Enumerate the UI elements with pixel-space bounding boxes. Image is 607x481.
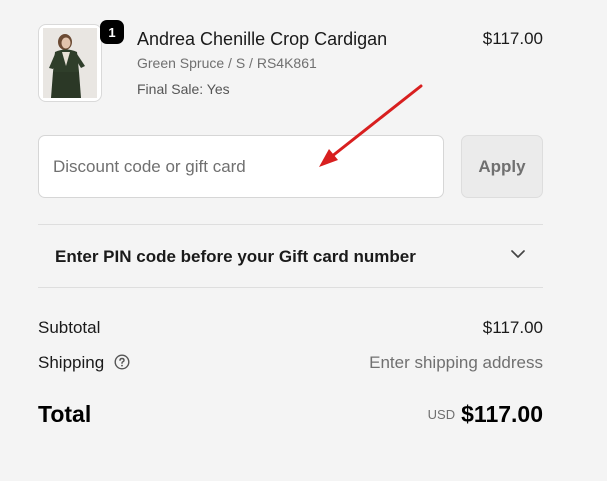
currency-code: USD: [427, 407, 456, 422]
shipping-value: Enter shipping address: [369, 353, 543, 372]
product-thumbnail: [38, 24, 102, 102]
shipping-row: Shipping Enter shipping address: [38, 353, 543, 375]
quantity-badge: 1: [100, 20, 124, 44]
total-amount: $117.00: [461, 401, 543, 427]
chevron-down-icon: [511, 250, 525, 258]
product-photo: [43, 28, 97, 98]
subtotal-value: $117.00: [482, 318, 543, 337]
subtotal-label: Subtotal: [38, 318, 101, 337]
shipping-label: Shipping: [38, 353, 105, 372]
final-sale-note: Final Sale: Yes: [137, 81, 230, 97]
gift-card-pin-label: Enter PIN code before your Gift card num…: [55, 247, 416, 266]
help-icon[interactable]: [114, 354, 130, 370]
product-variant: Green Spruce / S / RS4K861: [137, 55, 317, 71]
product-title: Andrea Chenille Crop Cardigan: [137, 29, 388, 49]
product-price: $117.00: [482, 29, 543, 48]
discount-code-input[interactable]: [38, 135, 444, 198]
line-item: 1 Andrea Chenille Crop Cardigan Green Sp…: [38, 20, 543, 106]
total-label: Total: [38, 401, 92, 427]
divider: [38, 287, 543, 288]
gift-card-pin-toggle[interactable]: Enter PIN code before your Gift card num…: [38, 225, 543, 287]
apply-button[interactable]: Apply: [461, 135, 543, 198]
subtotal-row: Subtotal $117.00: [38, 318, 543, 340]
total-price: USD $117.00: [428, 401, 543, 428]
